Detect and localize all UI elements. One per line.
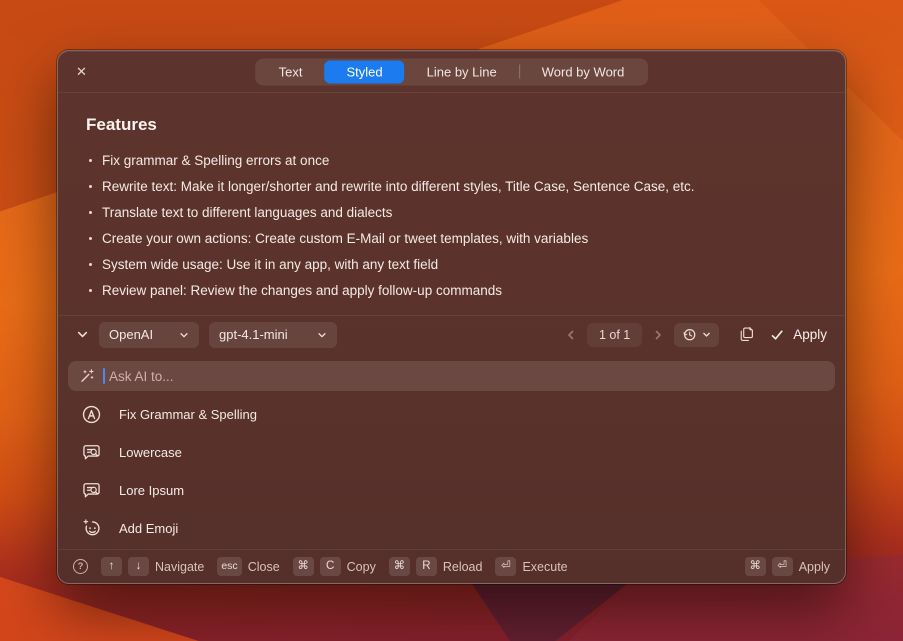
panel-header: ✕ Text Styled Line by Line Word by Word <box>58 51 845 93</box>
key-cmd: ⌘ <box>389 557 410 576</box>
shortcut-apply: ⌘ ⏎ Apply <box>745 557 830 576</box>
shortcut-label: Apply <box>799 560 830 574</box>
tab-text[interactable]: Text <box>257 60 325 83</box>
page-indicator: 1 of 1 <box>587 323 642 347</box>
features-list: Fix grammar & Spelling errors at once Re… <box>86 147 817 303</box>
key-r: R <box>416 557 437 576</box>
close-icon[interactable]: ✕ <box>76 65 87 78</box>
prompt-row: Ask AI to... <box>68 361 835 391</box>
chevron-down-icon <box>179 330 189 340</box>
action-lowercase[interactable]: Lowercase <box>68 433 835 471</box>
model-dropdown-value: gpt-4.1-mini <box>219 327 288 342</box>
ask-ai-placeholder: Ask AI to... <box>109 369 174 384</box>
assistant-panel: ✕ Text Styled Line by Line Word by Word … <box>57 50 846 584</box>
shortcut-execute: ⏎ Execute <box>495 557 567 576</box>
history-dropdown[interactable] <box>674 323 719 347</box>
chevron-down-icon <box>317 330 327 340</box>
model-toolbar: OpenAI gpt-4.1-mini 1 of 1 <box>58 315 845 353</box>
spellcheck-circle-icon <box>81 404 102 425</box>
action-label: Fix Grammar & Spelling <box>119 407 257 422</box>
text-bubble-search-icon <box>81 442 102 463</box>
feature-item: Translate text to different languages an… <box>86 199 817 225</box>
text-bubble-search-icon <box>81 480 102 501</box>
text-caret <box>103 368 105 384</box>
key-esc: esc <box>217 557 241 576</box>
view-mode-tabs: Text Styled Line by Line Word by Word <box>255 58 649 85</box>
action-label: Lore Ipsum <box>119 483 184 498</box>
checkmark-icon <box>770 328 784 342</box>
action-lore-ipsum[interactable]: Lore Ipsum <box>68 471 835 509</box>
feature-item: Create your own actions: Create custom E… <box>86 225 817 251</box>
feature-item: Fix grammar & Spelling errors at once <box>86 147 817 173</box>
provider-dropdown[interactable]: OpenAI <box>99 322 199 348</box>
key-cmd: ⌘ <box>293 557 314 576</box>
provider-dropdown-value: OpenAI <box>109 327 153 342</box>
apply-button-label: Apply <box>793 327 827 342</box>
key-arrow-up: ↑ <box>101 557 122 576</box>
tab-word-by-word[interactable]: Word by Word <box>520 60 647 83</box>
features-title: Features <box>86 115 817 135</box>
tab-line-by-line[interactable]: Line by Line <box>405 60 519 83</box>
shortcut-reload: ⌘ R Reload <box>389 557 483 576</box>
tab-styled[interactable]: Styled <box>324 60 404 83</box>
key-return: ⏎ <box>495 557 516 576</box>
chevron-down-icon <box>702 330 711 339</box>
shortcut-label: Copy <box>347 560 376 574</box>
action-label: Lowercase <box>119 445 182 460</box>
help-icon[interactable]: ? <box>73 559 88 574</box>
magic-wand-icon <box>79 368 95 384</box>
model-dropdown[interactable]: gpt-4.1-mini <box>209 322 337 348</box>
apply-button[interactable]: Apply <box>770 327 827 342</box>
features-section: Features Fix grammar & Spelling errors a… <box>58 93 845 315</box>
action-add-emoji[interactable]: Add Emoji <box>68 509 835 547</box>
history-clock-icon <box>682 327 697 342</box>
key-arrow-down: ↓ <box>128 557 149 576</box>
chevron-left-icon[interactable] <box>565 329 577 341</box>
shortcut-label: Close <box>248 560 280 574</box>
key-cmd: ⌘ <box>745 557 766 576</box>
copy-pages-icon[interactable] <box>737 326 754 343</box>
action-list: Fix Grammar & Spelling Lowercase <box>58 393 845 549</box>
collapse-chevron-icon[interactable] <box>76 328 89 341</box>
shortcut-label: Navigate <box>155 560 204 574</box>
shortcut-label: Execute <box>522 560 567 574</box>
shortcut-copy: ⌘ C Copy <box>293 557 376 576</box>
key-return: ⏎ <box>772 557 793 576</box>
ask-ai-input[interactable]: Ask AI to... <box>68 361 835 391</box>
feature-item: Review panel: Review the changes and app… <box>86 277 817 303</box>
action-fix-grammar[interactable]: Fix Grammar & Spelling <box>68 395 835 433</box>
shortcut-label: Reload <box>443 560 483 574</box>
shortcut-navigate: ↑ ↓ Navigate <box>101 557 204 576</box>
shortcut-close: esc Close <box>217 557 279 576</box>
feature-item: Rewrite text: Make it longer/shorter and… <box>86 173 817 199</box>
status-bar: ? ↑ ↓ Navigate esc Close ⌘ C Copy ⌘ R Re… <box>58 549 845 583</box>
action-label: Add Emoji <box>119 521 178 536</box>
emoji-sparkle-icon <box>81 518 102 539</box>
key-c: C <box>320 557 341 576</box>
feature-item: System wide usage: Use it in any app, wi… <box>86 251 817 277</box>
chevron-right-icon[interactable] <box>652 329 664 341</box>
screen: { "window": { "close_icon": "✕" }, "tabs… <box>0 0 903 641</box>
